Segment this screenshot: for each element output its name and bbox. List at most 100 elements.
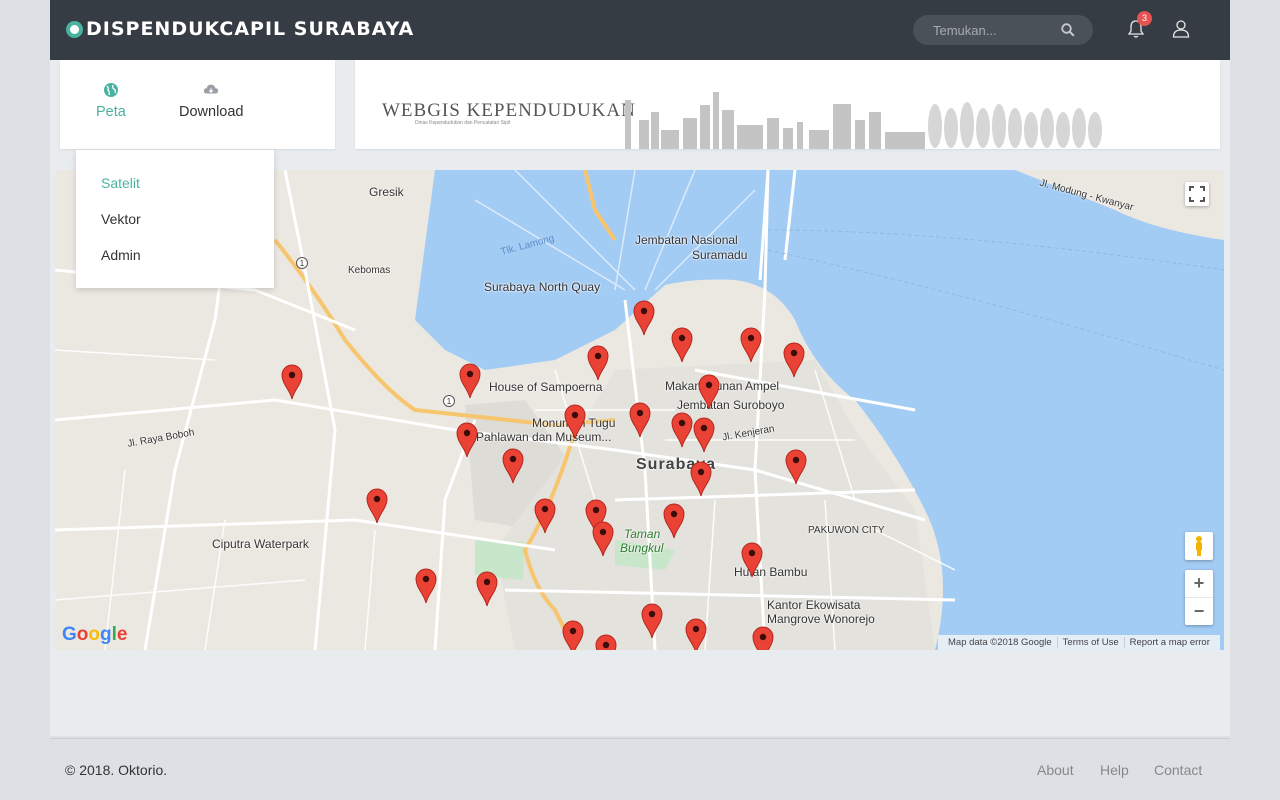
location-marker[interactable] [456,422,478,458]
location-marker[interactable] [783,342,805,378]
map-label-kantor: Kantor Ekowisata [767,598,861,612]
map-label-ciputra: Ciputra Waterpark [212,537,309,551]
map-pin-icon [629,402,651,438]
location-marker[interactable] [641,603,663,639]
location-marker[interactable] [595,634,617,650]
map-data-credit: Map data ©2018 Google [948,637,1052,648]
location-marker[interactable] [685,618,707,650]
map-label-mangrove: Mangrove Wonorejo [767,612,875,626]
map-label-makam: Makam Sunan Ampel [665,379,780,393]
location-marker[interactable] [415,568,437,604]
globe-icon [103,83,118,97]
user-icon[interactable] [1172,19,1190,39]
location-marker[interactable] [281,364,303,400]
location-marker[interactable] [663,503,685,539]
fullscreen-icon [1189,186,1205,202]
dropdown-item-admin[interactable]: Admin [101,247,141,263]
tab-peta-label: Peta [96,104,126,120]
top-navbar: DISPENDUKCAPIL SURABAYA 3 [50,0,1230,60]
map-pin-icon [783,342,805,378]
banner-card: WEBGIS KEPENDUDUKAN Dinas Kependudukan d… [355,60,1220,149]
location-marker[interactable] [562,620,584,650]
map-pin-icon [685,618,707,650]
map-label-taman: Taman [624,527,661,541]
map-type-dropdown: Satelit Vektor Admin [76,150,274,288]
location-marker[interactable] [366,488,388,524]
map-pin-icon [476,571,498,607]
brand[interactable]: DISPENDUKCAPIL SURABAYA [66,18,414,40]
map-pin-icon [534,498,556,534]
notification-badge: 3 [1137,11,1152,26]
map-pin-icon [740,327,762,363]
location-marker[interactable] [587,345,609,381]
map-pin-icon [693,417,715,453]
map-label-pahlawan: Pahlawan dan Museum... [476,430,612,444]
street-view-button[interactable] [1185,532,1213,560]
footer-link-about[interactable]: About [1037,762,1074,778]
map-pin-icon [741,542,763,578]
zoom-control: + − [1185,570,1213,625]
location-marker[interactable] [698,374,720,410]
menu-card: Peta Download [60,60,335,149]
map-pin-icon [592,521,614,557]
location-marker[interactable] [671,412,693,448]
search-input[interactable] [913,15,1053,45]
banner-subtitle: Dinas Kependudukan dan Pencatatan Sipil [415,120,511,126]
fullscreen-button[interactable] [1185,182,1209,206]
location-marker[interactable] [564,404,586,440]
location-marker[interactable] [741,542,763,578]
map-pin-icon [698,374,720,410]
map-pin-icon [671,327,693,363]
location-marker[interactable] [752,626,774,650]
terms-link[interactable]: Terms of Use [1056,637,1124,648]
map-label-jembatan: Jembatan Nasional [635,233,738,247]
zoom-in-button[interactable]: + [1185,570,1213,597]
map-pin-icon [587,345,609,381]
location-marker[interactable] [633,300,655,336]
pegman-icon [1196,536,1202,556]
map-pin-icon [456,422,478,458]
location-marker[interactable] [592,521,614,557]
map-label-suroboyo: Jembatan Suroboyo [677,398,785,412]
footer-copyright: © 2018. Oktorio. [65,762,168,778]
location-marker[interactable] [690,461,712,497]
brand-logo-icon [66,20,83,38]
location-marker[interactable] [740,327,762,363]
location-marker[interactable] [693,417,715,453]
report-error-link[interactable]: Report a map error [1123,637,1215,648]
footer-link-contact[interactable]: Contact [1154,762,1202,778]
map-label-pakuwon: PAKUWON CITY [808,525,885,536]
banner-title: WEBGIS KEPENDUDUKAN [382,100,636,121]
map-label-kebomas: Kebomas [348,265,391,276]
location-marker[interactable] [534,498,556,534]
tab-peta[interactable]: Peta [96,82,126,120]
location-marker[interactable] [476,571,498,607]
road-marker-2: 1 [443,395,455,407]
page-container: DISPENDUKCAPIL SURABAYA 3 Peta [50,0,1230,736]
location-marker[interactable] [459,363,481,399]
map-pin-icon [633,300,655,336]
map-label-gresik: Gresik [369,185,404,199]
map-label-suramadu: Suramadu [692,248,748,262]
map-pin-icon [671,412,693,448]
location-marker[interactable] [785,449,807,485]
dropdown-item-satelit[interactable]: Satelit [101,175,140,191]
map-pin-icon [663,503,685,539]
map-label-bungkul: Bungkul [620,541,664,555]
search-box [913,15,1093,45]
map-pin-icon [595,634,617,650]
zoom-out-button[interactable]: − [1185,598,1213,625]
brand-title: DISPENDUKCAPIL SURABAYA [86,18,415,40]
location-marker[interactable] [629,402,651,438]
map-pin-icon [752,626,774,650]
map-pin-icon [366,488,388,524]
location-marker[interactable] [502,448,524,484]
search-icon[interactable] [1061,23,1075,37]
map-pin-icon [502,448,524,484]
dropdown-item-vektor[interactable]: Vektor [101,211,141,227]
footer-link-help[interactable]: Help [1100,762,1129,778]
map-pin-icon [415,568,437,604]
tab-download[interactable]: Download [179,82,244,120]
location-marker[interactable] [671,327,693,363]
map-pin-icon [281,364,303,400]
